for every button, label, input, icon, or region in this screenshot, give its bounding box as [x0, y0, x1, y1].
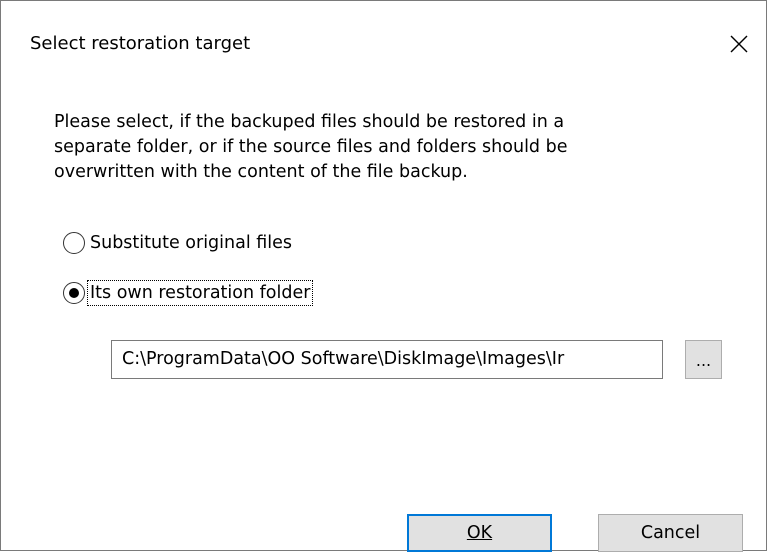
instruction-line: overwritten with the content of the file… — [54, 162, 468, 182]
instruction-text: Please select, if the backuped files sho… — [54, 110, 694, 185]
restoration-target-dialog: Select restoration target Please select,… — [0, 0, 767, 552]
radio-label-substitute: Substitute original files — [90, 233, 293, 253]
restoration-path-input[interactable]: C:\ProgramData\OO Software\DiskImage\Ima… — [111, 340, 663, 379]
instruction-line: Please select, if the backuped files sho… — [54, 112, 565, 132]
close-icon — [730, 35, 748, 53]
instruction-line: separate folder, or if the source files … — [54, 137, 568, 157]
dialog-title: Select restoration target — [30, 33, 251, 54]
radio-button-checked[interactable] — [63, 282, 85, 304]
radio-label-own-folder: Its own restoration folder — [86, 280, 314, 306]
close-button[interactable] — [721, 26, 757, 62]
radio-substitute-original[interactable]: Substitute original files — [63, 230, 292, 256]
ok-button[interactable]: OK — [407, 514, 552, 552]
cancel-button-label: Cancel — [640, 523, 701, 543]
radio-selected-dot — [69, 288, 79, 298]
browse-button[interactable]: ... — [685, 340, 722, 379]
cancel-button[interactable]: Cancel — [598, 514, 743, 552]
radio-own-folder[interactable]: Its own restoration folder — [63, 280, 314, 306]
radio-button-unchecked[interactable] — [63, 232, 85, 254]
ok-button-label: OK — [466, 523, 493, 543]
